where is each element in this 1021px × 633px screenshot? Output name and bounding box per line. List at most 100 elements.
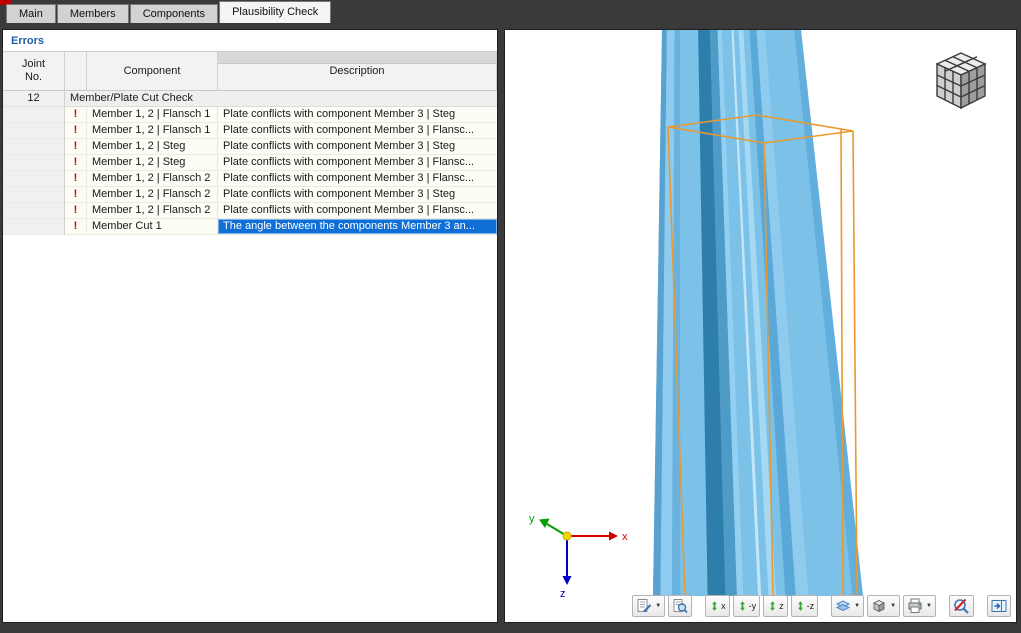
group-row-label: Member/Plate Cut Check bbox=[65, 91, 497, 107]
joint-no-cell bbox=[3, 171, 65, 187]
component-cell: Member 1, 2 | Flansch 2 bbox=[87, 171, 218, 187]
app-window: { "window": { "accent_color": "#c00000" … bbox=[0, 0, 1021, 633]
print-button[interactable]: ▼ bbox=[903, 595, 936, 617]
error-icon: ! bbox=[65, 155, 87, 171]
tab-components[interactable]: Components bbox=[130, 4, 218, 23]
component-cell: Member 1, 2 | Flansch 1 bbox=[87, 107, 218, 123]
z-axis-arrow bbox=[563, 576, 572, 585]
errors-table: Joint No. Component Description 12 Membe… bbox=[3, 51, 497, 235]
dropdown-arrow-icon: ▼ bbox=[926, 603, 932, 609]
description-cell: Plate conflicts with component Member 3 … bbox=[218, 203, 497, 219]
tab-bar: Main Members Components Plausibility Che… bbox=[6, 0, 332, 23]
dropdown-arrow-icon: ▼ bbox=[890, 603, 896, 609]
panel-toggle-icon bbox=[991, 598, 1007, 614]
table-row[interactable]: ! Member 1, 2 | Steg Plate conflicts wit… bbox=[3, 155, 497, 171]
navigation-cube[interactable] bbox=[925, 48, 997, 114]
errors-panel: Errors Joint No. Component Description 1… bbox=[3, 30, 497, 622]
table-group-row[interactable]: 12 Member/Plate Cut Check bbox=[3, 91, 497, 107]
z-axis-label: z bbox=[560, 588, 566, 600]
table-row[interactable]: ! Member 1, 2 | Steg Plate conflicts wit… bbox=[3, 139, 497, 155]
column-header-component-label: Component bbox=[124, 65, 181, 77]
view-cube-icon bbox=[871, 598, 887, 614]
dropdown-arrow-icon: ▼ bbox=[854, 603, 860, 609]
y-axis-label: y bbox=[529, 513, 535, 525]
view-along-z-button[interactable]: z bbox=[763, 595, 788, 617]
view-along-minus-z-button[interactable]: -z bbox=[791, 595, 819, 617]
component-cell: Member 1, 2 | Steg bbox=[87, 139, 218, 155]
column-header-joint-no[interactable]: Joint No. bbox=[3, 51, 65, 91]
error-icon: ! bbox=[65, 139, 87, 155]
error-icon: ! bbox=[65, 107, 87, 123]
view-along-minus-y-button[interactable]: -y bbox=[733, 595, 761, 617]
description-cell: Plate conflicts with component Member 3 … bbox=[218, 155, 497, 171]
axis-origin bbox=[563, 532, 571, 540]
cancel-zoom-icon bbox=[953, 598, 970, 614]
component-cell: Member 1, 2 | Flansch 2 bbox=[87, 203, 218, 219]
joint-no-cell bbox=[3, 107, 65, 123]
description-cell: Plate conflicts with component Member 3 … bbox=[218, 171, 497, 187]
tab-main[interactable]: Main bbox=[6, 4, 56, 23]
error-icon: ! bbox=[65, 171, 87, 187]
view-along-x-button[interactable]: x bbox=[705, 595, 730, 617]
joint-no-cell: 12 bbox=[3, 91, 65, 107]
x-axis-arrow bbox=[609, 532, 618, 541]
axis-triad: x y z bbox=[505, 498, 635, 618]
component-cell: Member Cut 1 bbox=[87, 219, 218, 235]
component-cell: Member 1, 2 | Flansch 1 bbox=[87, 123, 218, 139]
table-row[interactable]: ! Member 1, 2 | Flansch 1 Plate conflict… bbox=[3, 107, 497, 123]
display-properties-button[interactable]: ▼ bbox=[632, 595, 665, 617]
view-axis-label: x bbox=[721, 601, 726, 611]
description-column-strip bbox=[218, 52, 496, 64]
joint-no-cell bbox=[3, 139, 65, 155]
column-header-component[interactable]: Component bbox=[87, 51, 218, 91]
tab-plausibility-check[interactable]: Plausibility Check bbox=[219, 1, 331, 23]
column-header-description[interactable]: Description bbox=[218, 51, 497, 91]
standard-views-button[interactable]: ▼ bbox=[867, 595, 900, 617]
table-row[interactable]: ! Member 1, 2 | Flansch 2 Plate conflict… bbox=[3, 171, 497, 187]
view-direction-arrow-icon bbox=[709, 598, 720, 614]
component-cell: Member 1, 2 | Steg bbox=[87, 155, 218, 171]
y-axis-arrow bbox=[539, 519, 550, 529]
layers-icon bbox=[835, 598, 851, 614]
description-cell: Plate conflicts with component Member 3 … bbox=[218, 123, 497, 139]
error-icon: ! bbox=[65, 187, 87, 203]
table-row[interactable]: ! Member 1, 2 | Flansch 2 Plate conflict… bbox=[3, 187, 497, 203]
panel-toggle-button[interactable] bbox=[987, 595, 1011, 617]
x-axis-label: x bbox=[622, 531, 628, 543]
table-row[interactable]: ! Member 1, 2 | Flansch 2 Plate conflict… bbox=[3, 203, 497, 219]
joint-no-cell bbox=[3, 187, 65, 203]
joint-no-cell bbox=[3, 123, 65, 139]
joint-no-cell bbox=[3, 155, 65, 171]
errors-table-header: Joint No. Component Description bbox=[3, 51, 497, 91]
view-axis-label: z bbox=[779, 601, 784, 611]
printer-icon bbox=[907, 598, 923, 614]
display-properties-icon bbox=[636, 598, 652, 614]
description-cell: Plate conflicts with component Member 3 … bbox=[218, 187, 497, 203]
description-cell: Plate conflicts with component Member 3 … bbox=[218, 107, 497, 123]
column-header-icon[interactable] bbox=[65, 51, 87, 91]
column-header-description-label: Description bbox=[329, 65, 384, 77]
joint-no-cell bbox=[3, 219, 65, 235]
view-annotations-button[interactable] bbox=[668, 595, 692, 617]
view-axis-label: -y bbox=[749, 601, 757, 611]
view-direction-arrow-icon bbox=[795, 598, 806, 614]
error-icon: ! bbox=[65, 219, 87, 235]
view-direction-arrow-icon bbox=[767, 598, 778, 614]
component-cell: Member 1, 2 | Flansch 2 bbox=[87, 187, 218, 203]
table-row[interactable]: ! Member 1, 2 | Flansch 1 Plate conflict… bbox=[3, 123, 497, 139]
joint-no-cell bbox=[3, 203, 65, 219]
description-cell: Plate conflicts with component Member 3 … bbox=[218, 139, 497, 155]
error-icon: ! bbox=[65, 123, 87, 139]
layers-button[interactable]: ▼ bbox=[831, 595, 864, 617]
tab-members[interactable]: Members bbox=[57, 4, 129, 23]
cancel-zoom-button[interactable] bbox=[949, 595, 974, 617]
table-row-selected[interactable]: ! Member Cut 1 The angle between the com… bbox=[3, 219, 497, 235]
error-icon: ! bbox=[65, 203, 87, 219]
view-direction-arrow-icon bbox=[737, 598, 748, 614]
errors-panel-title: Errors bbox=[3, 30, 497, 52]
view-axis-label: -z bbox=[807, 601, 815, 611]
annotations-magnifier-icon bbox=[672, 598, 688, 614]
dropdown-arrow-icon: ▼ bbox=[655, 603, 661, 609]
viewport-panel: x y z ▼ bbox=[505, 30, 1016, 622]
description-cell-selected: The angle between the components Member … bbox=[218, 219, 497, 235]
